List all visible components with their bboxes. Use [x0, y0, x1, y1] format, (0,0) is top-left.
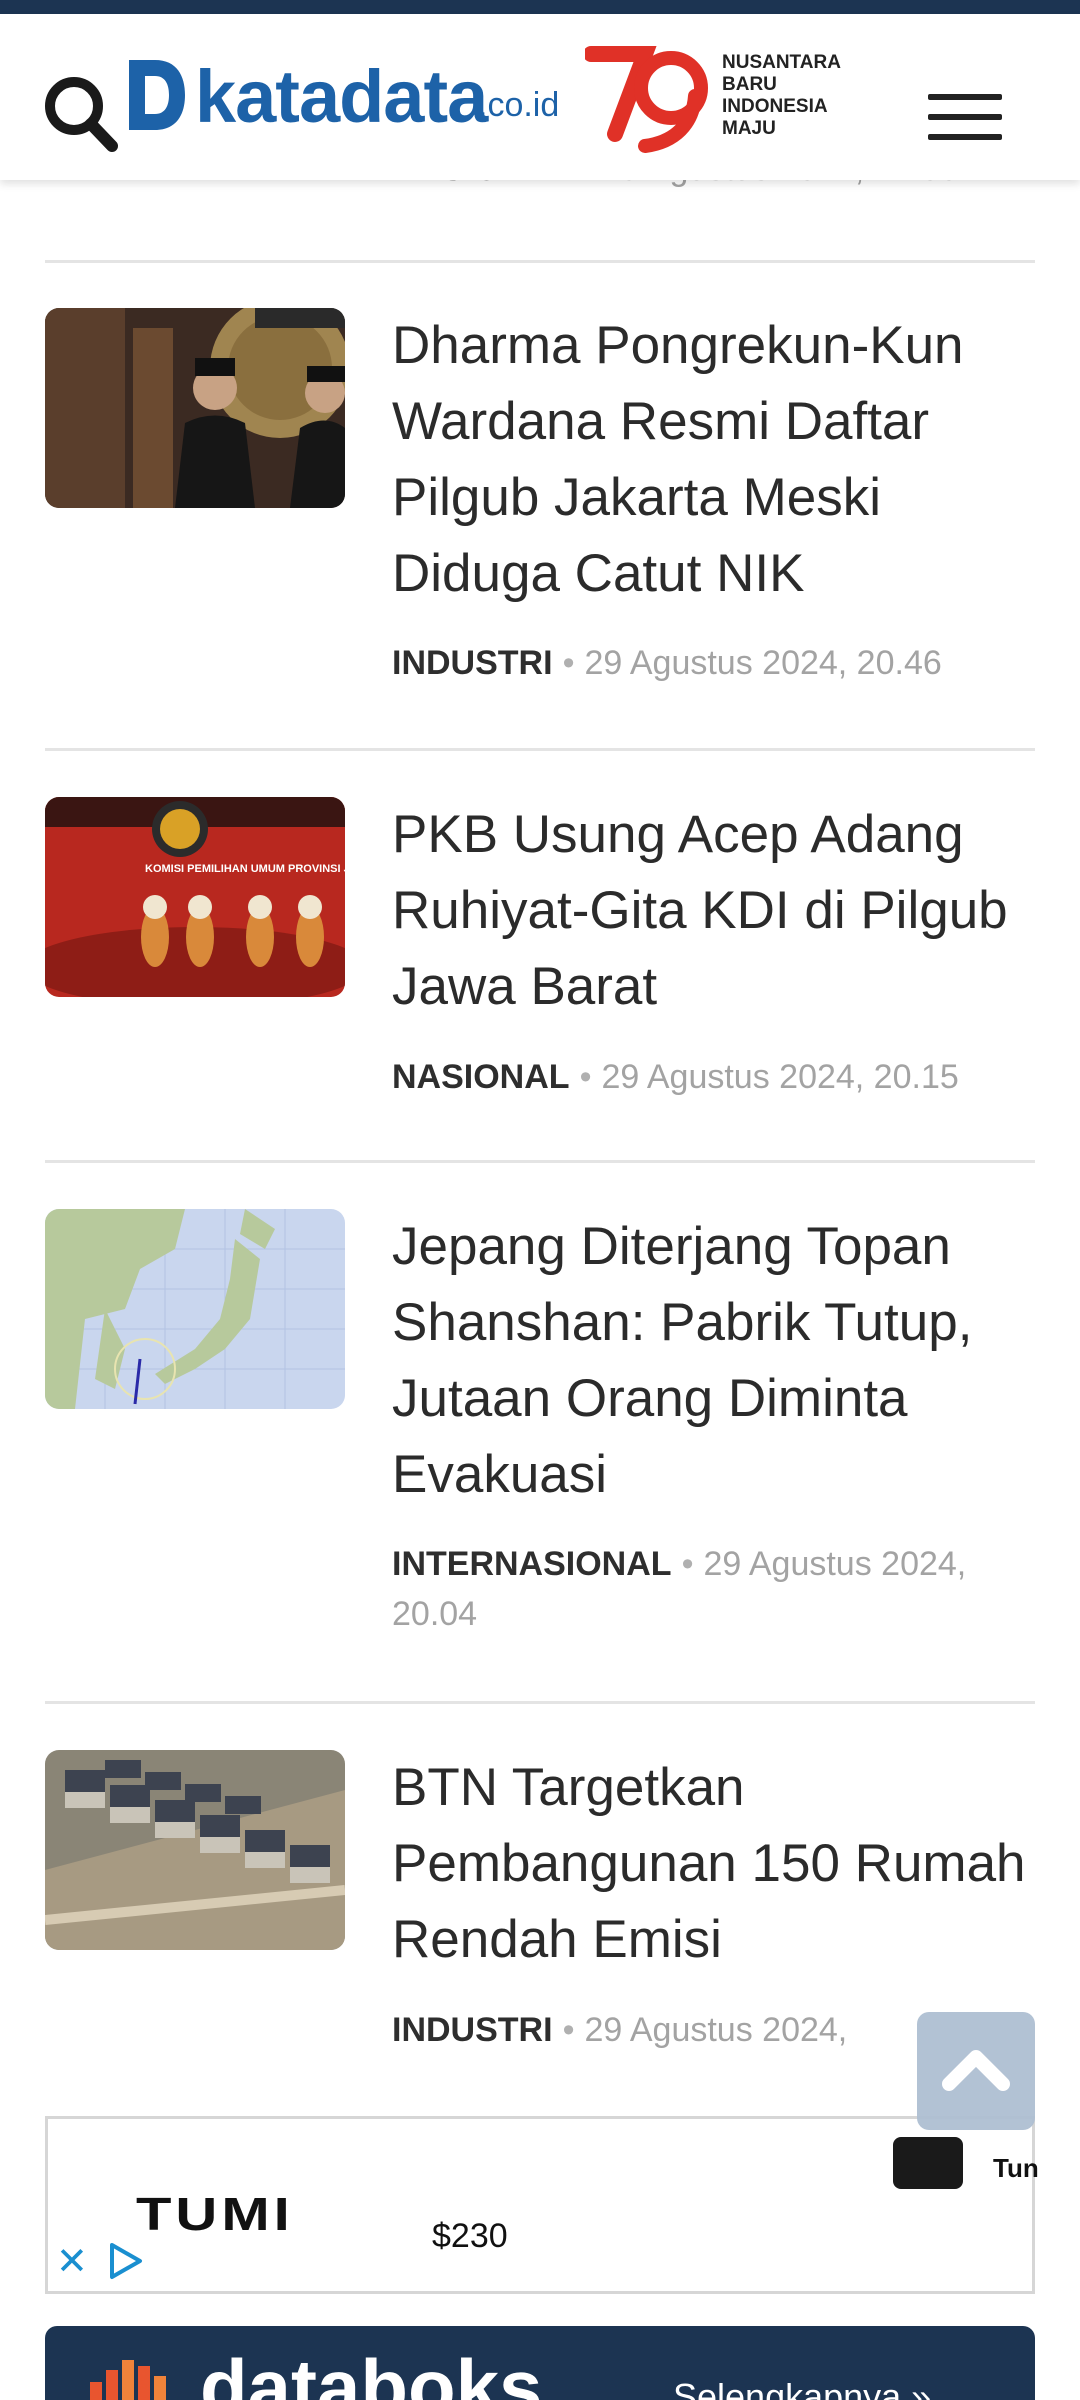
- ad-price: $230: [432, 2217, 508, 2255]
- close-icon[interactable]: ✕: [56, 2239, 88, 2284]
- article-item[interactable]: KOMISI PEMILIHAN UMUM PROVINSI JAWA BARA…: [45, 797, 1035, 1177]
- divider: [45, 1160, 1035, 1163]
- article-meta: NASIONAL • 29 Agustus 2024, 20.15: [392, 1052, 1052, 1102]
- article-item[interactable]: Dharma Pongrekun-Kun Wardana Resmi Dafta…: [45, 308, 1035, 728]
- site-logo-suffix: .co.id: [478, 86, 560, 124]
- separator-dot: •: [562, 2011, 575, 2049]
- divider: [45, 748, 1035, 751]
- article-date: 29 Agustus 2024,: [584, 2011, 848, 2049]
- category-label[interactable]: INDUSTRI: [392, 644, 553, 682]
- site-logo-text[interactable]: katadata: [195, 54, 488, 139]
- anniversary-line: INDONESIA: [722, 96, 828, 117]
- thumbnail-caption: KOMISI PEMILIHAN UMUM PROVINSI JAWA BARA…: [145, 863, 345, 875]
- chevron-up-icon: [942, 2050, 1010, 2091]
- category-label[interactable]: INTERNASIONAL: [392, 1545, 672, 1583]
- databoks-banner[interactable]: databoks Selengkapnya »: [45, 2326, 1035, 2400]
- advertisement-banner[interactable]: TUMI $230 Tun ✕: [45, 2116, 1039, 2294]
- article-thumbnail[interactable]: KOMISI PEMILIHAN UMUM PROVINSI JAWA BARA…: [45, 797, 345, 997]
- article-thumbnail[interactable]: [45, 1209, 345, 1409]
- anniversary-79-logo-icon: [585, 46, 708, 153]
- article-meta: INTERNASIONAL • 29 Agustus 2024, 20.04: [392, 1539, 1052, 1639]
- article-date: 29 Agustus 2024, 20.46: [584, 644, 942, 682]
- search-icon[interactable]: [42, 66, 118, 156]
- anniversary-line: NUSANTARA: [722, 52, 841, 73]
- article-date: 29 Agustus 2024, 20.15: [601, 1058, 959, 1096]
- article-item[interactable]: BTN Targetkan Pembangunan 150 Rumah Rend…: [45, 1750, 1035, 2070]
- article-title[interactable]: BTN Targetkan Pembangunan 150 Rumah Rend…: [392, 1750, 1052, 1978]
- hamburger-menu-icon[interactable]: [928, 94, 1002, 144]
- top-strip: [0, 0, 1080, 14]
- article-thumbnail[interactable]: [45, 308, 345, 508]
- site-header: katadata .co.id NUSANTARA BARU INDONESIA…: [0, 14, 1080, 180]
- databoks-bars-icon: [90, 2360, 166, 2400]
- article-date: 29 Agustus 2024,: [703, 1545, 967, 1583]
- adchoices-icon[interactable]: [106, 2241, 146, 2281]
- article-title[interactable]: PKB Usung Acep Adang Ruhiyat-Gita KDI di…: [392, 797, 1052, 1025]
- separator-dot: •: [562, 644, 575, 682]
- anniversary-line: MAJU: [722, 118, 776, 139]
- scroll-to-top-button[interactable]: [917, 2012, 1035, 2130]
- divider: [45, 260, 1035, 263]
- katadata-d-logo-icon[interactable]: [125, 56, 187, 134]
- ad-brand-logo[interactable]: TUMI: [136, 2188, 294, 2242]
- divider: [45, 1701, 1035, 1704]
- databoks-logo[interactable]: databoks: [200, 2342, 542, 2400]
- separator-dot: •: [579, 1058, 592, 1096]
- article-meta: INDUSTRI • 29 Agustus 2024, 20.46: [392, 638, 1052, 688]
- category-label[interactable]: NASIONAL: [392, 1058, 570, 1096]
- anniversary-line: BARU: [722, 74, 777, 95]
- article-item[interactable]: Jepang Diterjang Topan Shanshan: Pabrik …: [45, 1209, 1035, 1669]
- article-title[interactable]: Jepang Diterjang Topan Shanshan: Pabrik …: [392, 1209, 1052, 1513]
- ad-product-image[interactable]: [893, 2137, 963, 2189]
- article-title[interactable]: Dharma Pongrekun-Kun Wardana Resmi Dafta…: [392, 308, 1052, 612]
- article-thumbnail[interactable]: [45, 1750, 345, 1950]
- databoks-more-link[interactable]: Selengkapnya »: [673, 2376, 931, 2400]
- anniversary-tagline: NUSANTARA BARU INDONESIA MAJU: [722, 52, 862, 140]
- category-label[interactable]: INDUSTRI: [392, 2011, 553, 2049]
- separator-dot: •: [681, 1545, 694, 1583]
- article-date-time: 20.04: [392, 1595, 478, 1633]
- ad-product-name: Tun: [993, 2153, 1039, 2183]
